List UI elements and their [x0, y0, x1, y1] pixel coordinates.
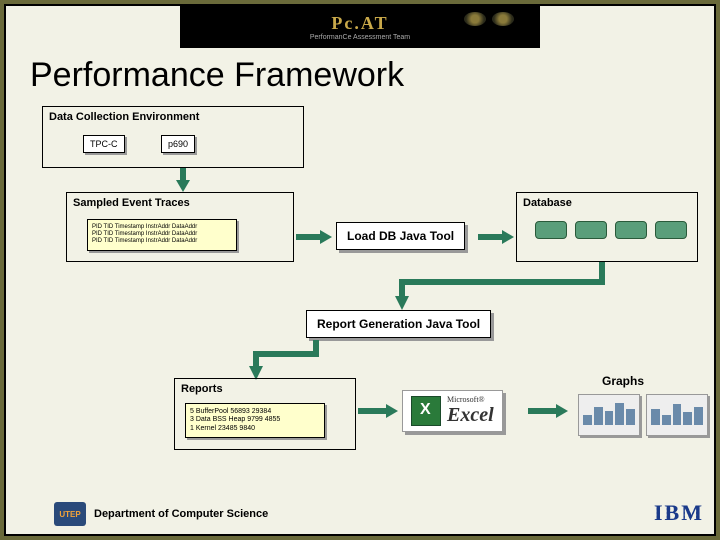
database-group: Database	[516, 192, 698, 262]
database-icon	[535, 221, 567, 239]
database-label: Database	[517, 193, 697, 213]
load-db-tool-box: Load DB Java Tool	[336, 222, 465, 250]
database-icon	[575, 221, 607, 239]
footer-left: UTEP Department of Computer Science	[54, 502, 268, 526]
report-line: 5 BufferPool 56893 29384	[190, 408, 320, 416]
banner: Pc.AT PerformanCe Assessment Team	[180, 6, 540, 48]
reports-group: Reports 5 BufferPool 56893 29384 3 Data …	[174, 378, 356, 450]
arrow-right-icon	[528, 404, 568, 423]
arrow-right-icon	[478, 230, 514, 249]
excel-name: Excel	[447, 404, 494, 427]
report-gen-tool-box: Report Generation Java Tool	[306, 310, 491, 338]
trace-line: PID TID Timestamp InstrAddr DataAddr	[92, 231, 232, 238]
data-collection-label: Data Collection Environment	[43, 107, 303, 127]
graphs-label: Graphs	[602, 374, 644, 388]
arrow-right-icon	[358, 404, 398, 423]
reports-label: Reports	[175, 379, 355, 399]
trace-line: PID TID Timestamp InstrAddr DataAddr	[92, 238, 232, 245]
report-line: 3 Data BSS Heap 9799 4855	[190, 416, 320, 424]
data-collection-group: Data Collection Environment TPC-C p690	[42, 106, 304, 168]
banner-logo: Pc.AT	[331, 13, 388, 34]
arrow-right-icon	[296, 230, 332, 249]
footer-dept: Department of Computer Science	[94, 508, 268, 520]
slide-title: Performance Framework	[30, 56, 404, 95]
excel-box: Microsoft® Excel	[402, 390, 503, 432]
mini-chart	[646, 394, 708, 436]
trace-data-box: PID TID Timestamp InstrAddr DataAddr PID…	[87, 219, 237, 251]
trace-line: PID TID Timestamp InstrAddr DataAddr	[92, 224, 232, 231]
sampled-traces-group: Sampled Event Traces PID TID Timestamp I…	[66, 192, 294, 262]
excel-ms: Microsoft®	[447, 395, 494, 404]
banner-subtitle: PerformanCe Assessment Team	[310, 34, 410, 41]
database-icon	[615, 221, 647, 239]
arrow-down-icon	[562, 262, 720, 317]
p690-box: p690	[161, 135, 195, 153]
database-icon	[655, 221, 687, 239]
mini-chart	[578, 394, 640, 436]
ibm-logo: IBM	[654, 500, 704, 526]
eyes-icon	[464, 12, 514, 26]
excel-icon	[411, 396, 441, 426]
tpc-c-box: TPC-C	[83, 135, 125, 153]
utep-logo: UTEP	[54, 502, 86, 526]
sampled-label: Sampled Event Traces	[67, 193, 293, 213]
excel-text: Microsoft® Excel	[447, 395, 494, 427]
report-data-box: 5 BufferPool 56893 29384 3 Data BSS Heap…	[185, 403, 325, 438]
report-line: 1 Kernel 23485 9840	[190, 425, 320, 433]
